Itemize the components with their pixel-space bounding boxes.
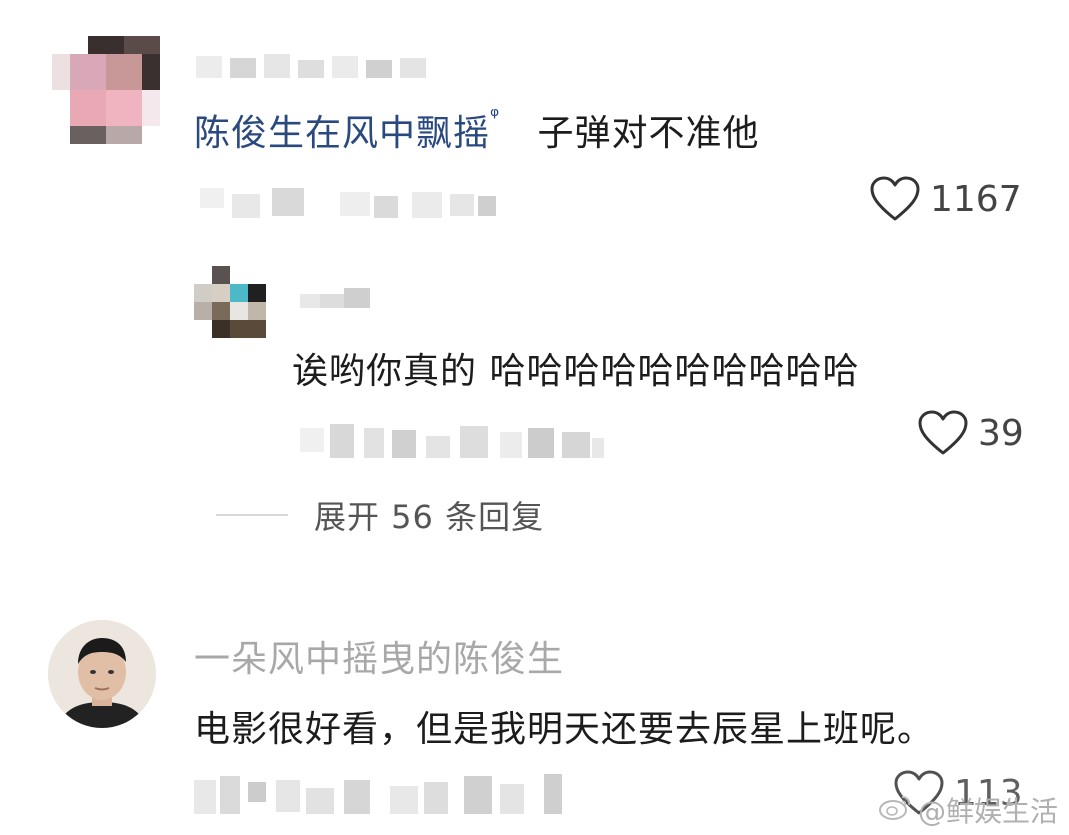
expand-replies-label: 展开 56 条回复 <box>314 498 545 536</box>
comment-body: 子弹对不准他 <box>537 113 760 154</box>
divider <box>216 514 288 516</box>
avatar[interactable] <box>48 620 156 728</box>
like-count: 1167 <box>930 178 1022 220</box>
reply-like-count: 39 <box>978 412 1024 454</box>
weibo-icon <box>878 793 912 828</box>
like-button[interactable]: 1167 <box>870 176 1022 222</box>
reply-like-button[interactable]: 39 <box>918 410 1024 456</box>
watermark: @鲜娱生活 <box>878 790 1058 830</box>
username-blurred[interactable] <box>196 52 446 78</box>
watermark-text: @鲜娱生活 <box>918 795 1059 828</box>
reply-meta-blurred <box>300 420 610 464</box>
avatar-blurred[interactable] <box>52 36 160 144</box>
reply-avatar-blurred[interactable] <box>194 266 266 338</box>
reply-text: 诶哟你真的 哈哈哈哈哈哈哈哈哈哈 <box>292 351 860 392</box>
expand-replies-button[interactable]: 展开 56 条回复 <box>216 492 544 538</box>
heart-icon <box>870 176 920 222</box>
comment-text: 电影很好看，但是我明天还要去辰星上班呢。 <box>194 709 935 750</box>
heart-icon <box>918 410 968 456</box>
username[interactable]: 一朵风中摇曳的陈俊生 <box>194 630 564 682</box>
meta-blurred <box>200 184 500 224</box>
search-icon: ᵠ <box>490 104 501 129</box>
reply-username-blurred[interactable] <box>300 284 374 310</box>
meta-blurred <box>194 772 574 820</box>
comment-text: 陈俊生在风中飘摇ᵠ 子弹对不准他 <box>194 104 760 156</box>
hashtag-link[interactable]: 陈俊生在风中飘摇ᵠ <box>194 104 513 154</box>
